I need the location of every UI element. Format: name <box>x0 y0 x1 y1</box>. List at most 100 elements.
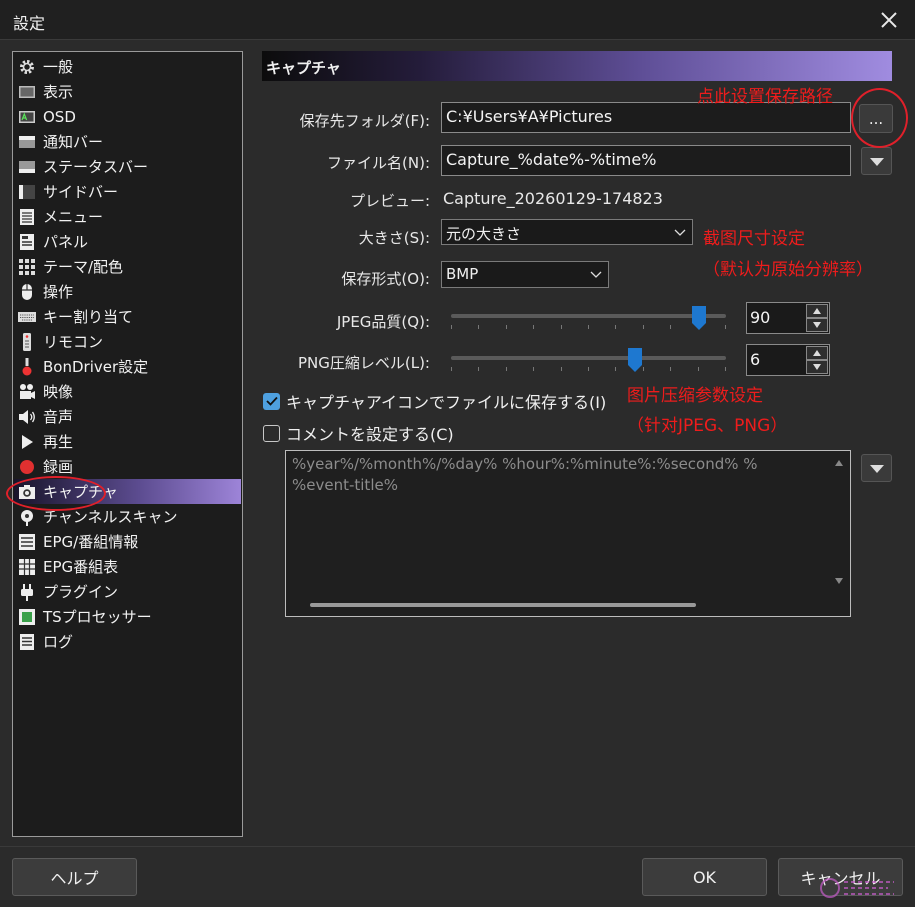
filename-field[interactable]: Capture_%date%-%time% <box>441 145 851 176</box>
slider-tick <box>670 367 671 371</box>
slider-tick <box>533 325 534 329</box>
comment-line: %event-title% <box>292 476 398 494</box>
comment-text: %year%/%month%/%day% %hour%:%minute%:%se… <box>292 454 826 496</box>
jpeg-quality-spinner[interactable]: 90 <box>746 302 830 334</box>
save-via-icon-checkbox[interactable]: キャプチャアイコンでファイルに保存する(I) <box>263 389 606 413</box>
speaker-icon <box>17 407 37 427</box>
spin-up-icon[interactable] <box>806 304 828 318</box>
program-guide-icon <box>17 557 37 577</box>
slider-thumb[interactable] <box>627 347 643 373</box>
notification-bar-icon <box>17 132 37 152</box>
png-level-slider[interactable] <box>451 347 726 373</box>
size-select[interactable]: 元の大きさ <box>441 219 693 245</box>
format-label: 保存形式(O): <box>341 270 430 288</box>
png-level-spinner[interactable]: 6 <box>746 344 830 376</box>
sidebar-item-ts-processor[interactable]: TSプロセッサー <box>14 604 241 629</box>
menu-icon <box>17 207 37 227</box>
jpeg-quality-label: JPEG品質(Q): <box>336 313 430 331</box>
sidebar-item-operation[interactable]: 操作 <box>14 279 241 304</box>
sidebar-item-epg-info[interactable]: EPG/番組情報 <box>14 529 241 554</box>
play-icon <box>17 432 37 452</box>
sidebar-item-bondriver[interactable]: BonDriver設定 <box>14 354 241 379</box>
size-label: 大きさ(S): <box>358 229 430 247</box>
sidebar-item-status-bar[interactable]: ステータスバー <box>14 154 241 179</box>
sidebar-item-label: テーマ/配色 <box>43 258 124 276</box>
sidebar-item-label: 再生 <box>43 433 74 451</box>
sidebar-item-playback[interactable]: 再生 <box>14 429 241 454</box>
slider-tick <box>670 325 671 329</box>
sidebar-item-theme[interactable]: テーマ/配色 <box>14 254 241 279</box>
png-level-value: 6 <box>750 350 761 369</box>
sidebar-item-audio[interactable]: 音声 <box>14 404 241 429</box>
slider-tick <box>533 367 534 371</box>
sidebar-item-label: ステータスバー <box>43 158 149 176</box>
save-folder-label: 保存先フォルダ(F): <box>299 112 430 130</box>
format-select-value: BMP <box>446 265 479 283</box>
sidebar-item-label: TSプロセッサー <box>43 608 152 626</box>
jpeg-quality-slider[interactable] <box>451 305 726 331</box>
sidebar-item-video[interactable]: 映像 <box>14 379 241 404</box>
keyboard-icon <box>17 307 37 327</box>
help-button[interactable]: ヘルプ <box>12 858 137 896</box>
spin-down-icon[interactable] <box>806 360 828 374</box>
sidebar-item-sidebar[interactable]: サイドバー <box>14 179 241 204</box>
sidebar-item-plugin[interactable]: プラグイン <box>14 579 241 604</box>
category-list[interactable]: 一般 表示 OSD 通知バー ステータスバー サイドバー メニュー パネル テー… <box>12 51 243 837</box>
scroll-down-icon[interactable] <box>835 578 843 584</box>
title-bar: 設定 <box>0 0 915 40</box>
sidebar-item-log[interactable]: ログ <box>14 629 241 654</box>
sidebar-item-label: サイドバー <box>43 183 119 201</box>
sidebar-item-remote[interactable]: リモコン <box>14 329 241 354</box>
ok-button[interactable]: OK <box>642 858 767 896</box>
preview-label: プレビュー: <box>349 192 430 210</box>
scrollbar-thumb[interactable] <box>310 603 696 607</box>
gear-icon <box>17 57 37 77</box>
slider-track <box>451 356 726 360</box>
sidebar-item-label: EPG番組表 <box>43 558 119 576</box>
mouse-icon <box>17 282 37 302</box>
chevron-down-icon <box>869 459 884 477</box>
slider-tick <box>615 367 616 371</box>
slider-tick <box>506 325 507 329</box>
comment-textarea[interactable]: %year%/%month%/%day% %hour%:%minute%:%se… <box>285 450 851 617</box>
chevron-down-icon <box>674 229 686 236</box>
sidebar-item-panel[interactable]: パネル <box>14 229 241 254</box>
sidebar-item-label: 映像 <box>43 383 74 401</box>
slider-ticks <box>451 325 726 329</box>
log-icon <box>17 632 37 652</box>
slider-tick <box>561 367 562 371</box>
scroll-up-icon[interactable] <box>835 460 843 466</box>
sidebar-item-general[interactable]: 一般 <box>14 54 241 79</box>
sidebar-item-label: BonDriver設定 <box>43 358 149 376</box>
set-comment-label: コメントを設定する(C) <box>286 425 454 444</box>
sidebar-item-label: 表示 <box>43 83 74 101</box>
slider-tick <box>725 325 726 329</box>
watermark-logo <box>820 878 894 898</box>
slider-tick <box>588 325 589 329</box>
sidebar-item-key-assign[interactable]: キー割り当て <box>14 304 241 329</box>
chevron-down-icon <box>590 271 602 278</box>
sidebar-item-menu[interactable]: メニュー <box>14 204 241 229</box>
slider-tick <box>643 325 644 329</box>
close-icon[interactable] <box>873 4 905 36</box>
osd-icon <box>17 107 37 127</box>
slider-ticks <box>451 367 726 371</box>
spin-up-icon[interactable] <box>806 346 828 360</box>
ts-processor-icon <box>17 607 37 627</box>
sidebar-item-program-guide[interactable]: EPG番組表 <box>14 554 241 579</box>
format-select[interactable]: BMP <box>441 261 609 288</box>
vertical-scrollbar[interactable] <box>828 451 850 594</box>
filename-variables-button[interactable] <box>861 147 892 175</box>
spin-down-icon[interactable] <box>806 318 828 332</box>
set-comment-checkbox[interactable]: コメントを設定する(C) <box>263 421 454 445</box>
horizontal-scrollbar[interactable] <box>286 594 828 616</box>
slider-tick <box>725 367 726 371</box>
sidebar-item-display[interactable]: 表示 <box>14 79 241 104</box>
sidebar-item-label: リモコン <box>43 333 104 351</box>
comment-variables-button[interactable] <box>861 454 892 482</box>
slider-thumb[interactable] <box>691 305 707 331</box>
footer-divider <box>0 846 915 847</box>
sidebar-item-notification-bar[interactable]: 通知バー <box>14 129 241 154</box>
annotation-circle-capture <box>6 476 106 511</box>
sidebar-item-osd[interactable]: OSD <box>14 104 241 129</box>
